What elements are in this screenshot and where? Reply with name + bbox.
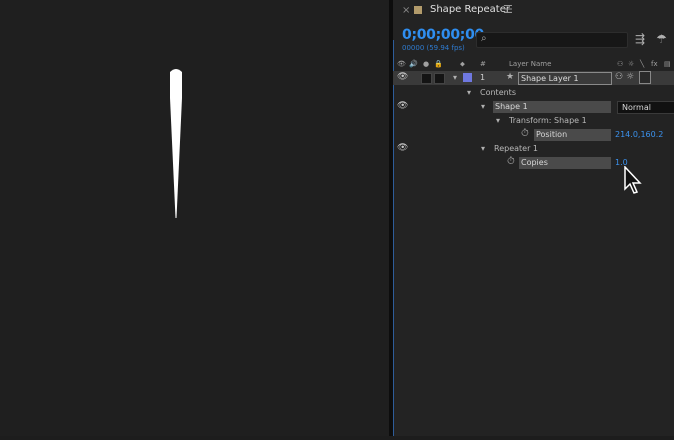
timecode-display[interactable]: 0;00;00;00: [402, 27, 484, 43]
comp-flowchart-icon[interactable]: ⇶: [635, 32, 645, 46]
layer-label-color[interactable]: [463, 73, 472, 82]
repeater-label: Repeater 1: [494, 144, 539, 153]
repeater-chevron-icon[interactable]: ▾: [481, 144, 485, 153]
repeater-visibility-icon[interactable]: 👁: [397, 143, 408, 153]
shape-1-chevron-icon[interactable]: ▾: [481, 102, 485, 111]
audio-toggle-icon[interactable]: 🔊: [409, 60, 418, 68]
contents-group-row[interactable]: ▾ Contents: [393, 86, 674, 100]
tab-menu-icon[interactable]: ☰: [503, 3, 513, 16]
quality-switch-icon[interactable]: ╲: [640, 60, 644, 68]
video-toggle-icon[interactable]: 👁: [397, 60, 406, 68]
layer-column-header: 👁 🔊 ● 🔒 ⬥ # Layer Name ⚇ ☼ ╲ fx ▤: [393, 57, 674, 72]
timeline-tab-bar: × Shape Repeater ☰: [393, 0, 674, 22]
close-tab-icon[interactable]: ×: [402, 5, 410, 16]
layer-collapse-switch-icon[interactable]: ☼: [626, 72, 634, 82]
label-tag-icon[interactable]: ⬥: [460, 60, 465, 69]
copies-stopwatch-icon[interactable]: ⏱: [507, 156, 515, 167]
transform-chevron-icon[interactable]: ▾: [496, 116, 500, 125]
layer-visibility-icon[interactable]: 👁: [397, 72, 408, 82]
position-stopwatch-icon[interactable]: ⏱: [521, 128, 529, 139]
index-column-header[interactable]: #: [480, 60, 486, 68]
expand-layer-chevron-icon[interactable]: ▾: [453, 73, 457, 82]
layer-row-shape-layer-1[interactable]: 👁 ▾ 1 ★ Shape Layer 1 ⚇ ☼: [393, 71, 674, 85]
composition-color-swatch: [414, 6, 422, 14]
layer-solo-toggle[interactable]: [421, 73, 432, 84]
position-value[interactable]: 214.0,160.2: [615, 130, 663, 139]
shape-layer-preview[interactable]: [0, 0, 389, 436]
teardrop-shape[interactable]: [170, 69, 182, 218]
layer-index: 1: [480, 73, 486, 82]
layer-shy-switch-icon[interactable]: ⚇: [615, 72, 623, 82]
contents-label: Contents: [480, 88, 516, 97]
composition-tab-title[interactable]: Shape Repeater: [430, 4, 510, 15]
timeline-panel: × Shape Repeater ☰ 0;00;00;00 00000 (59.…: [393, 0, 674, 436]
draft-3d-icon[interactable]: ☂: [656, 32, 667, 46]
position-property-row[interactable]: ⏱ Position 214.0,160.2: [393, 128, 674, 142]
layer-search-input[interactable]: ⌕: [476, 32, 628, 48]
blend-mode-dropdown[interactable]: Normal: [617, 101, 674, 114]
layer-lock-toggle[interactable]: [434, 73, 445, 84]
solo-icon[interactable]: ●: [423, 60, 429, 68]
shy-switch-icon[interactable]: ⚇: [617, 60, 623, 68]
collapse-switch-icon[interactable]: ☼: [628, 60, 634, 68]
frame-blend-icon[interactable]: ▤: [664, 60, 671, 68]
effects-switch-icon[interactable]: fx: [651, 60, 658, 68]
shape-1-label[interactable]: Shape 1: [493, 101, 611, 113]
layer-name-column-header[interactable]: Layer Name: [509, 60, 551, 68]
layer-name-field[interactable]: Shape Layer 1: [518, 72, 612, 85]
lock-icon[interactable]: 🔒: [434, 60, 443, 68]
mouse-cursor-icon: [624, 166, 642, 194]
repeater-row[interactable]: 👁 ▾ Repeater 1: [393, 142, 674, 156]
layer-quality-switch[interactable]: [639, 71, 651, 84]
shape-visibility-icon[interactable]: 👁: [397, 101, 408, 111]
shape-1-row[interactable]: 👁 ▾ Shape 1 Normal: [393, 100, 674, 114]
frame-info: 00000 (59.94 fps): [402, 44, 465, 52]
transform-row[interactable]: ▾ Transform: Shape 1: [393, 114, 674, 128]
position-label: Position: [534, 129, 611, 141]
contents-chevron-icon[interactable]: ▾: [467, 88, 471, 97]
shape-layer-star-icon: ★: [506, 72, 515, 82]
composition-viewer[interactable]: [0, 0, 389, 436]
search-icon: ⌕: [481, 33, 487, 44]
transform-label: Transform: Shape 1: [509, 116, 587, 125]
copies-label: Copies: [519, 157, 611, 169]
